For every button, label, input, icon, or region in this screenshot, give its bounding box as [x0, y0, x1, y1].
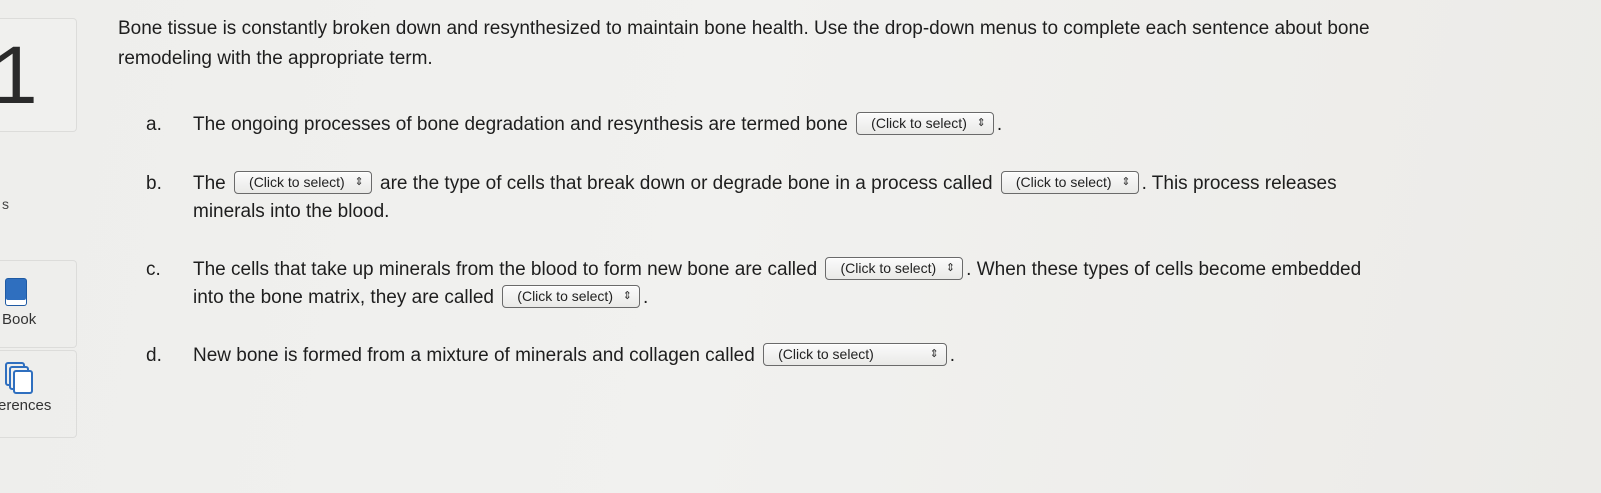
ebook-button[interactable]: Book: [0, 260, 77, 348]
degrading-cells-dropdown[interactable]: (Click to select) ⇕: [234, 170, 372, 194]
item-letter: c.: [146, 259, 161, 280]
references-label: erences: [0, 397, 52, 414]
item-text: .: [949, 345, 956, 366]
item-body: The ongoing processes of bone degradatio…: [193, 111, 1393, 139]
select-arrows-icon: ⇕: [1121, 175, 1131, 188]
item-text: The: [193, 173, 226, 194]
select-arrows-icon: ⇕: [929, 347, 939, 360]
bone-forming-cells-dropdown[interactable]: (Click to select) ⇕: [825, 256, 964, 280]
item-text: are the type of cells that break down or…: [380, 173, 993, 194]
item-text: .: [996, 114, 1003, 135]
left-rail: 1 s Book erences: [0, 0, 77, 493]
item-body: The (Click to select) ⇕ are the type of c…: [193, 170, 1393, 226]
dropdown-label: (Click to select): [517, 287, 613, 304]
item-text: .: [642, 287, 649, 308]
select-arrows-icon: ⇕: [622, 289, 632, 302]
question-number-box[interactable]: 1: [0, 18, 77, 132]
dropdown-label: (Click to select): [840, 259, 937, 276]
question-number: 1: [0, 30, 38, 121]
references-icon: [5, 362, 33, 394]
references-button[interactable]: erences: [0, 350, 77, 438]
bone-matrix-dropdown[interactable]: (Click to select) ⇕: [763, 342, 947, 366]
book-icon: [6, 279, 26, 305]
item-text: New bone is formed from a mixture of min…: [193, 345, 755, 366]
select-arrows-icon: ⇕: [945, 261, 956, 274]
question-intro: Bone tissue is constantly broken down an…: [118, 18, 1370, 69]
item-letter: d.: [146, 345, 162, 366]
dropdown-label: (Click to select): [249, 173, 345, 190]
select-arrows-icon: ⇕: [976, 116, 986, 129]
embedded-cells-dropdown[interactable]: (Click to select) ⇕: [502, 284, 640, 308]
item-body: The cells that take up minerals from the…: [193, 256, 1393, 312]
dropdown-label: (Click to select): [871, 114, 967, 131]
dropdown-label: (Click to select): [778, 345, 874, 362]
degradation-process-dropdown[interactable]: (Click to select) ⇕: [1000, 170, 1139, 194]
dropdown-label: (Click to select): [1015, 173, 1112, 190]
item-text: The cells that take up minerals from the…: [193, 259, 818, 280]
item-body: New bone is formed from a mixture of min…: [193, 342, 1393, 370]
item-text: The ongoing processes of bone degradatio…: [193, 114, 848, 135]
item-letter: b.: [146, 173, 162, 194]
rail-partial-label: s: [2, 196, 9, 212]
bone-process-dropdown[interactable]: (Click to select) ⇕: [856, 111, 994, 135]
item-letter: a.: [146, 114, 162, 135]
select-arrows-icon: ⇕: [354, 175, 364, 188]
ebook-label: Book: [2, 311, 37, 328]
